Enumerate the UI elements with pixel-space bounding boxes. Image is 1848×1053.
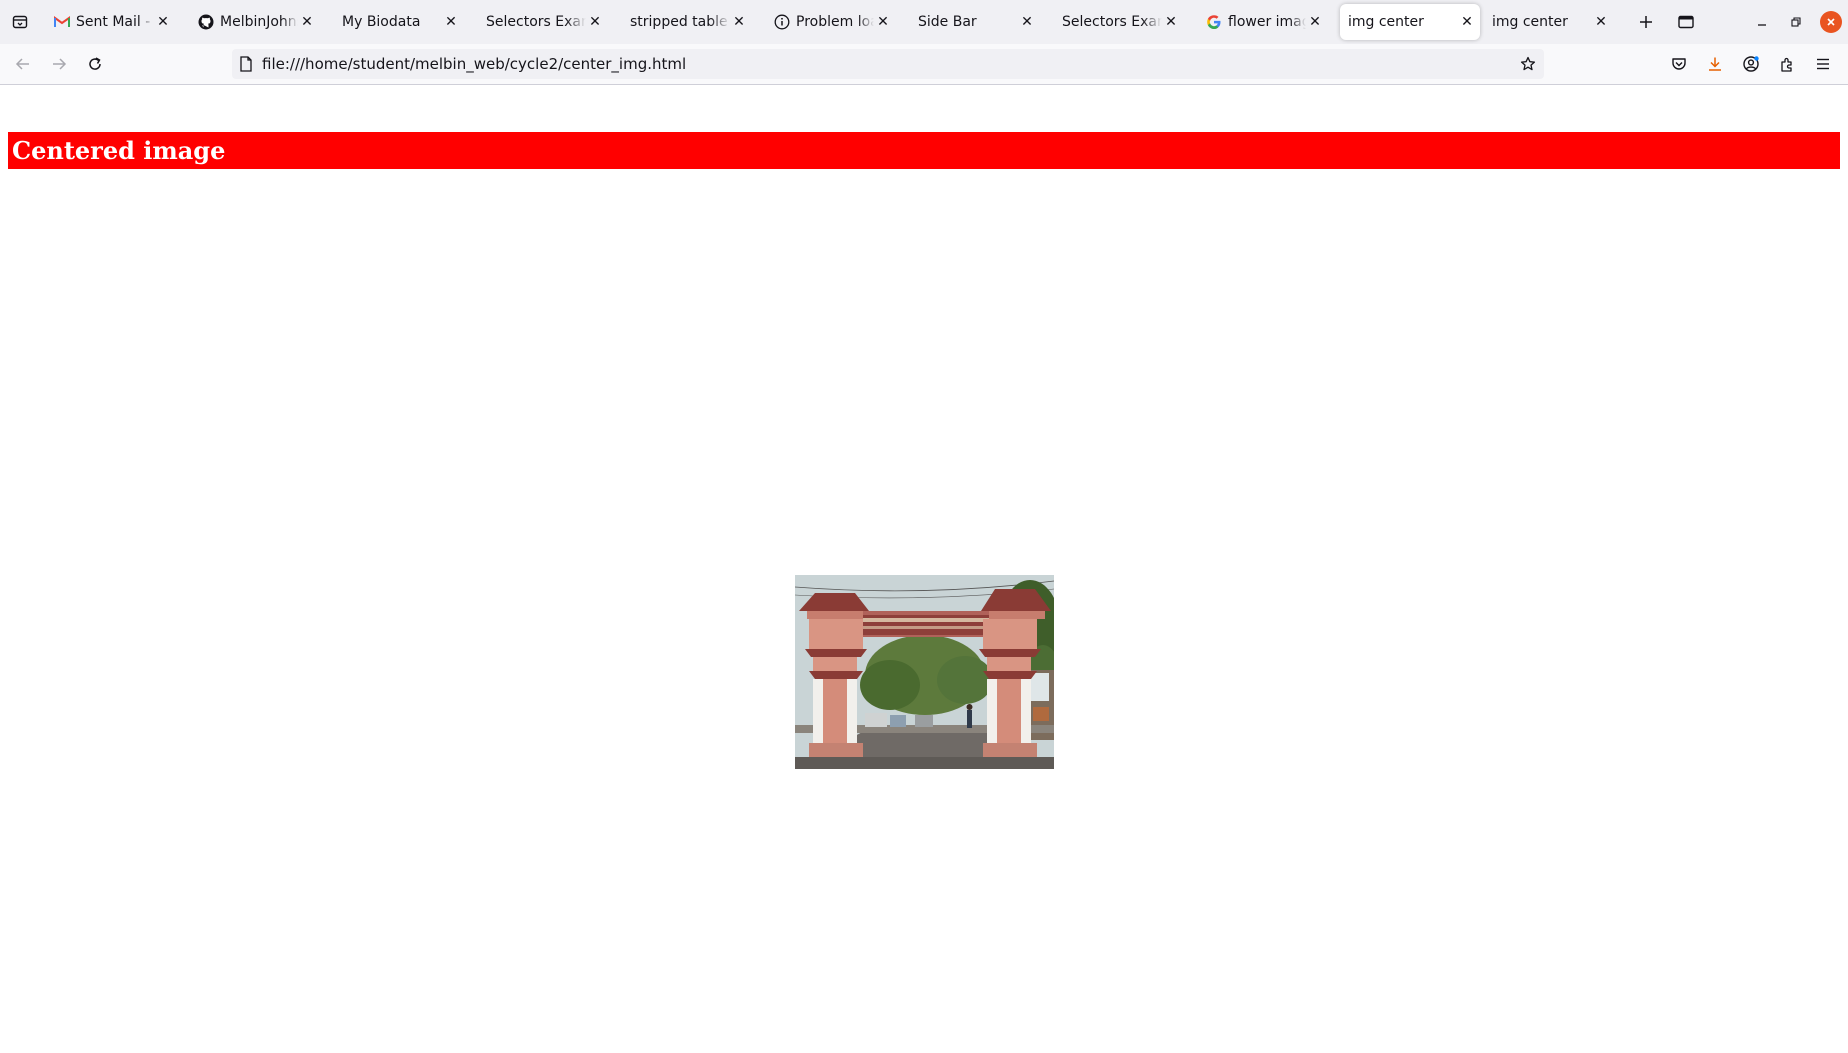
page-icon (238, 56, 254, 72)
extensions-icon[interactable] (1776, 53, 1798, 75)
page-content: Centered image (0, 85, 1848, 1053)
tab-title: img center (1348, 14, 1424, 30)
menu-icon[interactable] (1812, 53, 1834, 75)
close-icon[interactable]: ✕ (586, 13, 604, 31)
tab-my-biodata[interactable]: My Biodata ✕ (334, 4, 464, 40)
forward-icon[interactable] (48, 53, 70, 75)
tab-title: Problem loading page (796, 14, 874, 30)
close-icon[interactable]: ✕ (298, 13, 316, 31)
tab-bar: Sent Mail - 24 ✕ MelbinJohns ✕ My Biodat… (0, 0, 1848, 44)
restore-icon[interactable] (1786, 12, 1806, 32)
close-icon[interactable]: ✕ (1018, 13, 1036, 31)
tab-stripped-table[interactable]: stripped table ✕ (622, 4, 752, 40)
navigation-toolbar: file:///home/student/melbin_web/cycle2/c… (0, 44, 1848, 85)
close-icon[interactable]: ✕ (154, 13, 172, 31)
tab-title: Selectors Example (486, 14, 586, 30)
tab-problem-loading[interactable]: Problem loading page ✕ (766, 4, 896, 40)
minimize-icon[interactable] (1752, 12, 1772, 32)
tab-title: stripped table (630, 14, 728, 30)
tab-flower-images[interactable]: flower images ✕ (1198, 4, 1328, 40)
tab-img-center-active[interactable]: img center ✕ (1340, 4, 1480, 40)
tab-img-center[interactable]: img center ✕ (1484, 4, 1614, 40)
back-icon[interactable] (12, 53, 34, 75)
tab-github[interactable]: MelbinJohns ✕ (190, 4, 320, 40)
close-icon[interactable]: ✕ (1306, 13, 1324, 31)
url-text[interactable]: file:///home/student/melbin_web/cycle2/c… (262, 55, 686, 73)
download-icon[interactable] (1704, 53, 1726, 75)
tab-title: Sent Mail - 24 (76, 14, 154, 30)
tab-selectors-example[interactable]: Selectors Example ✕ (478, 4, 608, 40)
tab-selectors-example-2[interactable]: Selectors Example ✕ (1054, 4, 1184, 40)
close-icon[interactable]: ✕ (1458, 13, 1476, 31)
reload-icon[interactable] (84, 53, 106, 75)
info-icon (774, 14, 790, 30)
tab-title: img center (1492, 14, 1568, 30)
close-icon[interactable]: ✕ (442, 13, 460, 31)
close-icon[interactable]: ✕ (730, 13, 748, 31)
close-icon[interactable]: ✕ (1592, 13, 1610, 31)
star-icon[interactable] (1518, 54, 1538, 74)
address-bar[interactable]: file:///home/student/melbin_web/cycle2/c… (232, 49, 1544, 79)
github-icon (198, 14, 214, 30)
tab-title: Side Bar (918, 14, 977, 30)
google-icon (1206, 14, 1222, 30)
tab-side-bar[interactable]: Side Bar ✕ (910, 4, 1040, 40)
centered-image (795, 575, 1054, 769)
close-icon[interactable]: ✕ (874, 13, 892, 31)
close-window-icon[interactable] (1820, 11, 1842, 33)
close-icon[interactable]: ✕ (1162, 13, 1180, 31)
account-icon[interactable] (1740, 53, 1762, 75)
pocket-icon[interactable] (1668, 53, 1690, 75)
tab-title: Selectors Example (1062, 14, 1162, 30)
tab-title: MelbinJohns (220, 14, 298, 30)
window-view-icon[interactable] (1674, 10, 1698, 34)
page-heading-text: Centered image (12, 136, 226, 165)
new-tab-icon[interactable] (1634, 10, 1658, 34)
tab-sent-mail[interactable]: Sent Mail - 24 ✕ (46, 4, 176, 40)
tab-title: My Biodata (342, 14, 421, 30)
page-heading: Centered image (8, 132, 1840, 169)
tab-list-icon[interactable] (8, 8, 32, 36)
gmail-icon (54, 14, 70, 30)
tab-title: flower images (1228, 14, 1306, 30)
